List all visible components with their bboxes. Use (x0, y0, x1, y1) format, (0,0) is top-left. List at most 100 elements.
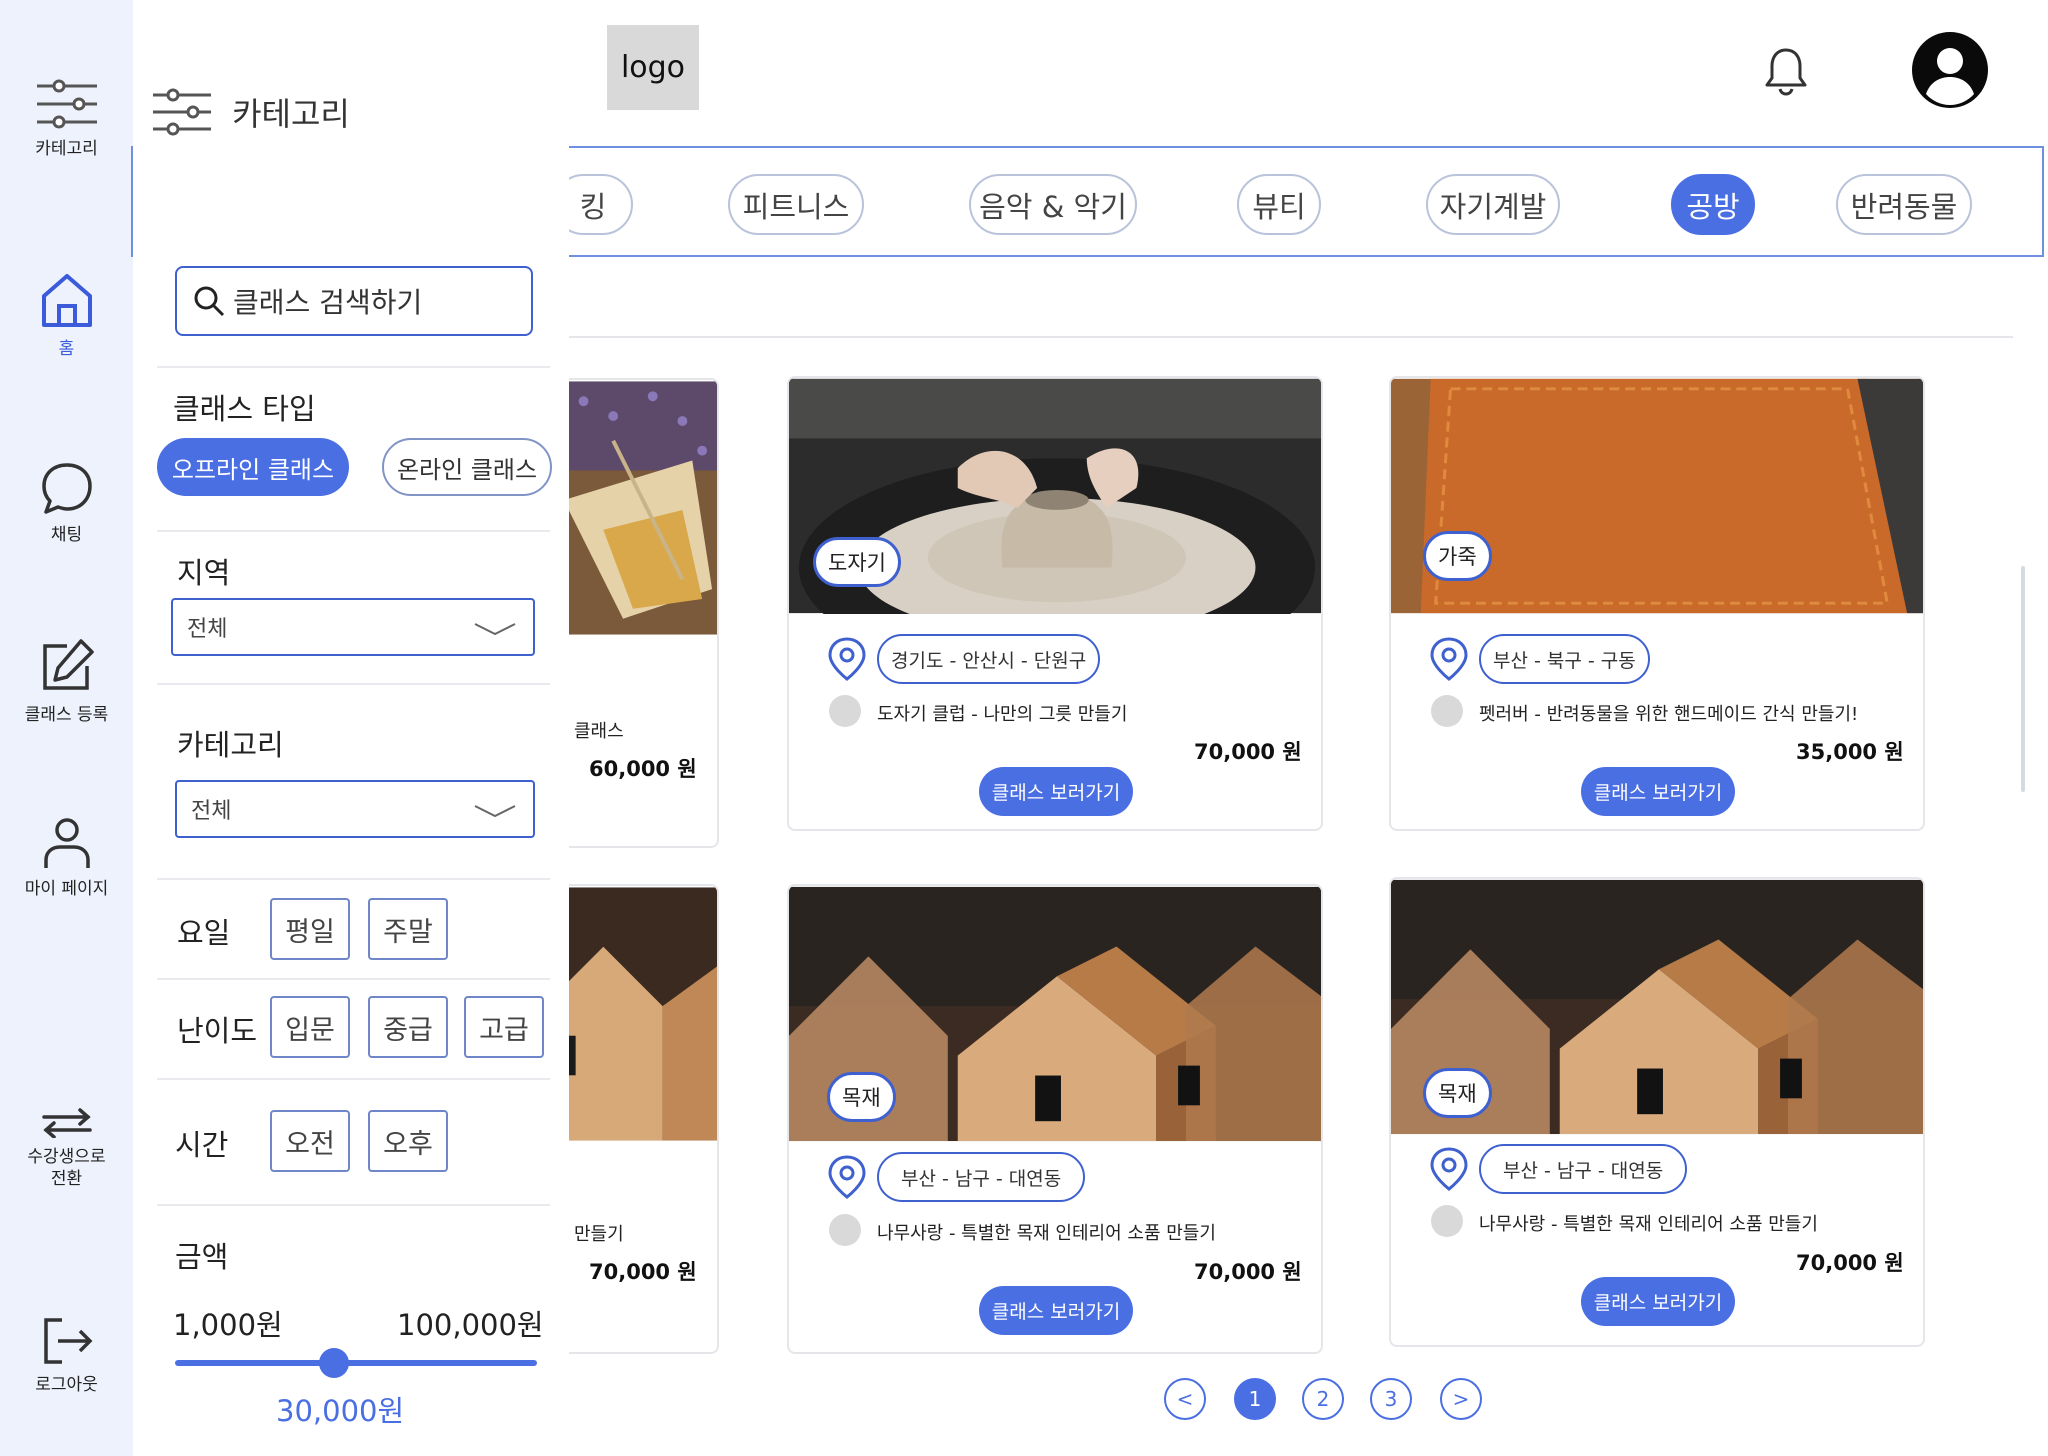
location-chip: 부산 - 남구 - 대연동 (1479, 1144, 1688, 1194)
host-avatar (1431, 695, 1463, 727)
rail-item-home[interactable]: 홈 (0, 272, 133, 360)
rail-item-mypage[interactable]: 마이 페이지 (0, 816, 133, 900)
location-pin-icon (1430, 1147, 1468, 1191)
pagination-page-current[interactable]: 1 (1234, 1378, 1276, 1420)
host-avatar (829, 695, 861, 727)
divider (157, 1078, 550, 1080)
filter-panel: 카테고리 클래스 검색하기 클래스 타입 오프라인 클래스 온라인 클래스 지역… (133, 0, 569, 1456)
region-select-value: 전체 (187, 617, 228, 642)
rail-label: 마이 페이지 (24, 879, 109, 899)
view-class-button[interactable]: 클래스 보러가기 (979, 1286, 1133, 1335)
class-title: 클래스 (574, 721, 624, 742)
rail-label: 로그아웃 (35, 1375, 98, 1395)
pagination-next[interactable]: > (1440, 1378, 1482, 1420)
category-chip-selected[interactable]: 공방 (1671, 174, 1755, 235)
level-option-advanced[interactable]: 고급 (464, 996, 544, 1058)
category-chip[interactable]: 피트니스 (728, 174, 864, 235)
class-type-offline-button[interactable]: 오프라인 클래스 (157, 438, 349, 496)
location-pin-icon (828, 637, 866, 681)
filter-panel-header: 카테고리 (151, 88, 350, 136)
price-min-label: 1,000원 (173, 1308, 283, 1342)
location-row: 부산 - 북구 - 구동 (1429, 634, 1650, 684)
location-pin-icon (1430, 637, 1468, 681)
class-type-online-button[interactable]: 온라인 클래스 (382, 438, 552, 496)
price-max-label: 100,000원 (397, 1308, 544, 1342)
divider (157, 366, 550, 368)
category-chip[interactable]: 뷰티 (1237, 174, 1321, 235)
location-pin-icon (828, 1155, 866, 1199)
day-title: 요일 (177, 916, 231, 950)
class-card[interactable]: 목재 부산 - 남구 - 대연동 나무사랑 - 특별한 목재 인테리어 소품 만… (1389, 877, 1925, 1347)
class-title: 나무사랑 - 특별한 목재 인테리어 소품 만들기 (877, 1223, 1216, 1244)
notification-button[interactable] (1764, 46, 1808, 100)
sliders-icon (153, 88, 211, 136)
pagination-page[interactable]: 3 (1370, 1378, 1412, 1420)
search-icon (194, 286, 225, 317)
logo[interactable]: logo (607, 25, 699, 110)
level-option-beginner[interactable]: 입문 (270, 996, 350, 1058)
price-value-label: 30,000원 (276, 1394, 405, 1428)
rail-item-category[interactable]: 카테고리 (0, 78, 133, 160)
chat-icon (41, 463, 92, 514)
divider (157, 530, 550, 532)
divider (568, 336, 2013, 338)
class-card[interactable]: 가죽 부산 - 북구 - 구동 펫러버 - 반려동물을 위한 핸드메이드 간식 … (1389, 376, 1925, 831)
day-option-weekday[interactable]: 평일 (270, 898, 350, 960)
location-row: 경기도 - 안산시 - 단원구 (827, 634, 1101, 684)
class-title: 펫러버 - 반려동물을 위한 핸드메이드 간식 만들기! (1479, 704, 1859, 725)
location-row: 부산 - 남구 - 대연동 (827, 1152, 1086, 1202)
level-option-intermediate[interactable]: 중급 (368, 996, 448, 1058)
class-price: 70,000 원 (1194, 1260, 1302, 1284)
swap-icon (41, 1108, 92, 1138)
class-card[interactable]: 목재 부산 - 남구 - 대연동 나무사랑 - 특별한 목재 인테리어 소품 만… (787, 884, 1323, 1354)
rail-item-chat[interactable]: 채팅 (0, 460, 133, 546)
location-chip: 부산 - 북구 - 구동 (1479, 634, 1650, 684)
location-row: 부산 - 남구 - 대연동 (1429, 1144, 1688, 1194)
level-title: 난이도 (177, 1014, 258, 1048)
class-card[interactable]: 도자기 경기도 - 안산시 - 단원구 도자기 클럽 - 나만의 그릇 만들기 … (787, 376, 1323, 831)
class-card[interactable]: 클래스 60,000 원 (544, 378, 719, 848)
divider (157, 978, 550, 980)
location-chip: 부산 - 남구 - 대연동 (877, 1152, 1086, 1202)
class-image-soap (544, 381, 717, 635)
edit-icon (42, 639, 94, 690)
price-slider-track[interactable] (175, 1360, 537, 1366)
profile-button[interactable] (1910, 30, 1990, 114)
price-slider-handle[interactable] (319, 1348, 349, 1378)
rail-item-switch[interactable]: 수강생으로 전환 (0, 1108, 133, 1190)
rail-label: 수강생으로 전환 (27, 1147, 106, 1189)
host-avatar (1431, 1205, 1463, 1237)
pagination-page[interactable]: 2 (1302, 1378, 1344, 1420)
category-chip[interactable]: 음악 & 악기 (969, 174, 1137, 235)
pagination-prev[interactable]: < (1164, 1378, 1206, 1420)
class-price: 70,000 원 (1194, 740, 1302, 764)
rail-label: 홈 (58, 339, 75, 359)
view-class-button[interactable]: 클래스 보러가기 (979, 767, 1133, 816)
category-tag: 가죽 (1423, 531, 1492, 581)
rail-item-logout[interactable]: 로그아웃 (0, 1316, 133, 1396)
category-select[interactable]: 전체 (175, 780, 535, 838)
rail-item-register[interactable]: 클래스 등록 (0, 636, 133, 726)
time-option-afternoon[interactable]: 오후 (368, 1110, 448, 1172)
category-chip[interactable]: 자기계발 (1426, 174, 1560, 235)
class-type-title: 클래스 타입 (173, 392, 316, 426)
scrollbar[interactable] (2021, 566, 2025, 792)
category-chip[interactable]: 반려동물 (1836, 174, 1972, 235)
search-input[interactable]: 클래스 검색하기 (175, 266, 533, 336)
day-option-weekend[interactable]: 주말 (368, 898, 448, 960)
location-chip: 경기도 - 안산시 - 단원구 (877, 634, 1101, 684)
class-title: 도자기 클럽 - 나만의 그릇 만들기 (877, 704, 1128, 725)
region-select[interactable]: 전체 (171, 598, 535, 656)
class-price: 70,000 원 (1796, 1251, 1904, 1275)
time-option-morning[interactable]: 오전 (270, 1110, 350, 1172)
divider (157, 1204, 550, 1206)
view-class-button[interactable]: 클래스 보러가기 (1581, 1277, 1735, 1326)
user-icon (43, 818, 90, 868)
logout-icon (43, 1318, 92, 1364)
rail-label: 클래스 등록 (24, 705, 109, 725)
class-price: 70,000 원 (589, 1260, 697, 1284)
class-card[interactable]: 만들기 70,000 원 (544, 884, 719, 1354)
view-class-button[interactable]: 클래스 보러가기 (1581, 767, 1735, 816)
time-title: 시간 (175, 1128, 229, 1162)
category-tag: 도자기 (813, 537, 901, 587)
